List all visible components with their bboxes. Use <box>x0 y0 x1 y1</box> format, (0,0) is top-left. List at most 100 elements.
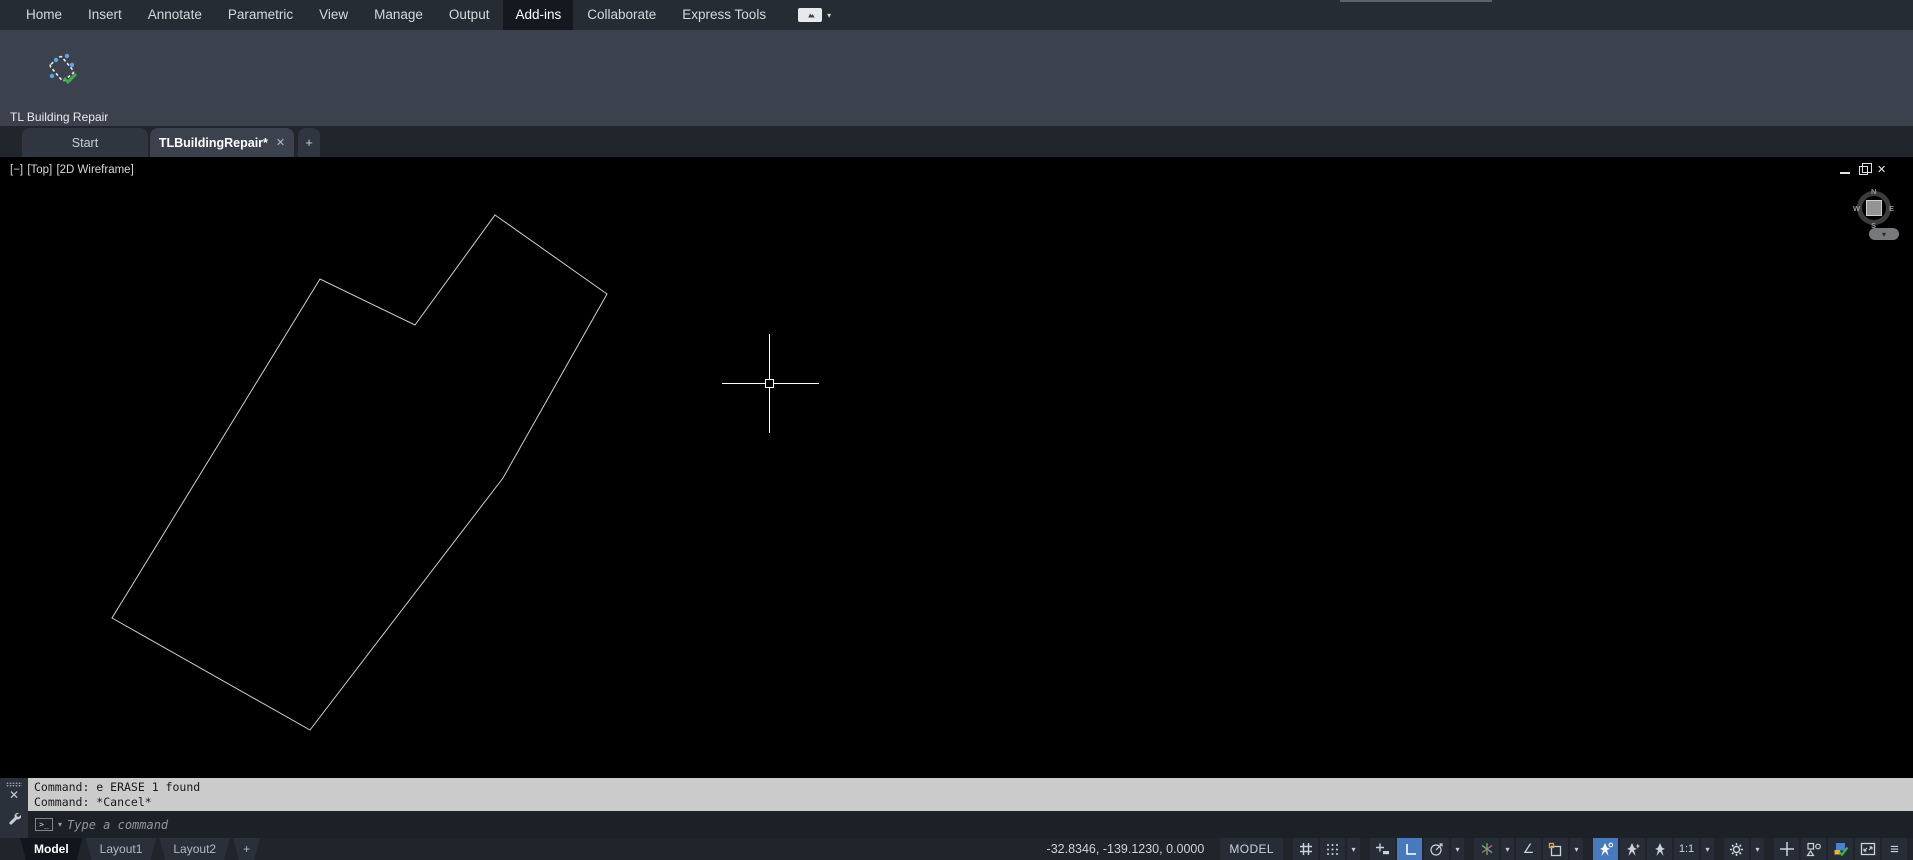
ortho-mode-button[interactable] <box>1397 838 1422 860</box>
layout-tab-layout1[interactable]: Layout1 <box>86 838 157 860</box>
workspace-switching-button[interactable] <box>1724 838 1749 860</box>
viewcube-west[interactable]: W <box>1853 204 1860 213</box>
coordinates-readout[interactable]: -32.8346, -139.1230, 0.0000 <box>1047 842 1205 856</box>
building-outline-polyline[interactable] <box>111 214 608 731</box>
close-icon[interactable]: ✕ <box>1877 162 1886 178</box>
angle-icon: ∠ <box>1522 841 1535 856</box>
image-icon <box>805 13 815 18</box>
layout-tab-bar: Model Layout1 Layout2 + <box>20 838 263 860</box>
graphics-performance-button[interactable] <box>1828 838 1853 860</box>
polar-tracking-button[interactable] <box>1424 838 1449 860</box>
command-history: Command: e ERASE 1 found Command: *Cance… <box>28 778 1913 811</box>
current-scale-menu[interactable]: ▾ <box>1701 838 1714 860</box>
annotation-scale-button[interactable] <box>1647 838 1672 860</box>
snap-grid-icon <box>1327 843 1338 855</box>
doc-tab-label: TLBuildingRepair* <box>158 135 268 150</box>
caret-down-icon: ▾ <box>1505 844 1510 854</box>
new-layout-button[interactable]: + <box>233 838 260 860</box>
isometric-drafting-menu[interactable]: ▾ <box>1501 838 1514 860</box>
command-prompt-icon[interactable]: >_ <box>35 818 53 831</box>
wrench-icon[interactable] <box>7 811 21 825</box>
menu-item-add-ins[interactable]: Add-ins <box>503 0 574 30</box>
object-snap-button[interactable] <box>1543 838 1568 860</box>
viewcube-top-face[interactable] <box>1866 200 1882 216</box>
statusbar-spacer <box>263 838 1046 860</box>
layout-tab-model[interactable]: Model <box>20 838 83 860</box>
menu-item-insert[interactable]: Insert <box>76 0 134 30</box>
autocad-window: Home Insert Annotate Parametric View Man… <box>0 0 1913 860</box>
clean-screen-icon <box>1860 842 1875 856</box>
titlebar-remnant <box>1340 0 1492 2</box>
model-paper-toggle[interactable]: MODEL <box>1220 838 1283 860</box>
workspace-switching-menu[interactable]: ▾ <box>1751 838 1764 860</box>
polar-tracking-menu[interactable]: ▾ <box>1451 838 1464 860</box>
caret-down-icon: ▾ <box>1881 229 1886 239</box>
drawing-canvas[interactable]: [−] [Top] [2D Wireframe] ✕ N S W E ▾ <box>0 157 1913 778</box>
annotation-monitor-button[interactable] <box>1774 838 1799 860</box>
plus-icon <box>1779 842 1794 856</box>
annotation-scale-icon <box>1654 842 1665 856</box>
command-history-line: Command: e ERASE 1 found <box>34 780 201 794</box>
menu-item-output[interactable]: Output <box>437 0 502 30</box>
document-tab-bar: Start TLBuildingRepair* ✕ + <box>0 126 1913 157</box>
menu-item-home[interactable]: Home <box>14 0 74 30</box>
menu-item-express-tools[interactable]: Express Tools <box>670 0 778 30</box>
polar-tracking-icon <box>1430 842 1443 856</box>
command-input-row: >_ ▾ <box>28 811 1913 838</box>
doc-tab-start[interactable]: Start <box>22 128 148 157</box>
clean-screen-button[interactable] <box>1855 838 1880 860</box>
drag-grip-icon[interactable] <box>6 782 22 787</box>
caret-down-icon: ▾ <box>1455 844 1460 854</box>
autoscale-button[interactable] <box>1620 838 1645 860</box>
menu-item-annotate[interactable]: Annotate <box>136 0 214 30</box>
snap-mode-menu[interactable]: ▾ <box>1347 838 1360 860</box>
tl-building-repair-tool-button[interactable]: TL Building Repair <box>8 34 116 124</box>
menu-bar: Home Insert Annotate Parametric View Man… <box>0 0 1913 30</box>
new-drawing-tab-button[interactable]: + <box>298 128 320 157</box>
caret-down-icon: ▾ <box>1351 844 1356 854</box>
building-repair-icon <box>49 53 78 85</box>
isometric-drafting-button[interactable] <box>1474 838 1499 860</box>
model-space-drawing <box>111 214 608 731</box>
snap-mode-button[interactable] <box>1320 838 1345 860</box>
viewcube[interactable]: N S W E <box>1853 187 1894 230</box>
ribbon-display-button[interactable] <box>798 8 823 22</box>
gear-icon <box>1730 842 1743 856</box>
menu-item-parametric[interactable]: Parametric <box>216 0 305 30</box>
isometric-drafting-icon <box>1481 843 1492 855</box>
caret-down-icon[interactable]: ▾ <box>827 11 831 20</box>
restore-icon[interactable] <box>1859 162 1872 175</box>
grid-display-button[interactable] <box>1293 838 1318 860</box>
customization-button[interactable]: ≡ <box>1882 838 1907 860</box>
close-icon[interactable]: ✕ <box>276 136 285 149</box>
menu-item-view[interactable]: View <box>307 0 360 30</box>
layout-tab-layout2[interactable]: Layout2 <box>159 838 230 860</box>
annotation-visibility-icon <box>1599 842 1613 856</box>
close-icon[interactable]: ✕ <box>0 788 28 802</box>
command-input[interactable] <box>67 817 1913 832</box>
object-snap-icon <box>1548 842 1562 856</box>
minimize-icon[interactable] <box>1840 172 1850 174</box>
viewcube-menu-button[interactable]: ▾ <box>1869 228 1899 240</box>
current-scale-button[interactable]: 1:1 <box>1674 838 1699 860</box>
command-panel: ✕ Command: e ERASE 1 found Command: *Can… <box>0 778 1913 838</box>
status-bar: Model Layout1 Layout2 + -32.8346, -139.1… <box>0 838 1913 860</box>
viewport-window-controls: ✕ <box>1840 162 1904 178</box>
caret-down-icon[interactable]: ▾ <box>58 820 62 829</box>
isolate-objects-button[interactable] <box>1801 838 1826 860</box>
dynamic-input-icon <box>1376 843 1389 855</box>
command-dock-strip: ✕ <box>0 778 28 838</box>
annotation-visibility-button[interactable] <box>1593 838 1618 860</box>
object-snap-menu[interactable]: ▾ <box>1570 838 1583 860</box>
doc-tab-tlbuildingrepair[interactable]: TLBuildingRepair* ✕ <box>150 128 294 157</box>
caret-down-icon: ▾ <box>1755 844 1760 854</box>
viewcube-north[interactable]: N <box>1871 187 1876 196</box>
menu-item-collaborate[interactable]: Collaborate <box>575 0 668 30</box>
caret-down-icon: ▾ <box>1574 844 1579 854</box>
graphics-performance-icon <box>1834 842 1848 856</box>
viewcube-east[interactable]: E <box>1889 204 1894 213</box>
doc-tab-label: Start <box>71 135 99 150</box>
dynamic-input-button[interactable] <box>1370 838 1395 860</box>
object-snap-tracking-button[interactable]: ∠ <box>1516 838 1541 860</box>
menu-item-manage[interactable]: Manage <box>362 0 435 30</box>
